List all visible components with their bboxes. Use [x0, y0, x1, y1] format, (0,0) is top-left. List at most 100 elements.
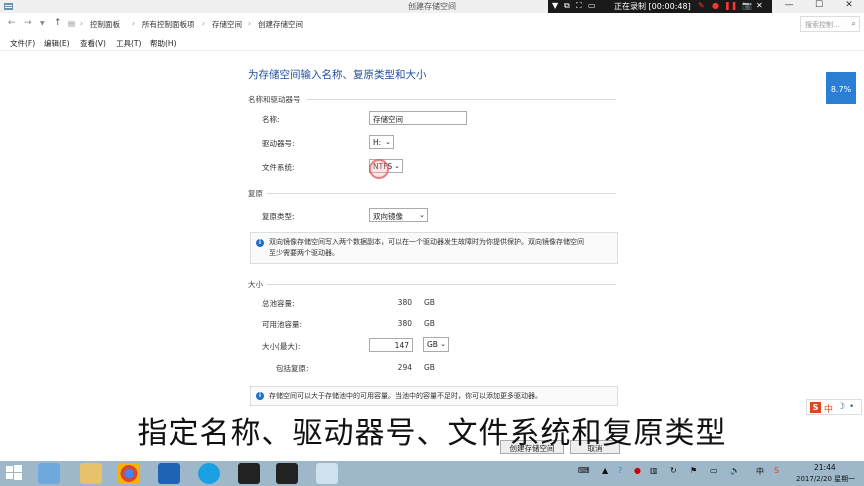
headphones-icon[interactable] [238, 463, 260, 484]
recorder-app-icon[interactable] [276, 463, 298, 484]
chevron-down-icon: ⌄ [394, 162, 400, 170]
page-title: 为存储空间输入名称、复原类型和大小 [248, 69, 427, 81]
ie-icon[interactable] [38, 463, 60, 484]
record-icon[interactable]: ● [712, 1, 719, 10]
collapse-icon[interactable]: ▼ [552, 1, 558, 10]
menu-file[interactable]: 文件(F) [10, 38, 35, 49]
including-resiliency-value: 294 [397, 363, 412, 372]
menu-edit[interactable]: 编辑(E) [44, 38, 70, 49]
recording-toolbar: ▼ ⧉ ⛶ ▭ 正在录制 [00:00:48] ✎ ● ❚❚ 📷 ✕ [548, 0, 772, 13]
including-resiliency-unit: GB [424, 363, 435, 372]
section-divider [306, 99, 616, 100]
file-explorer-icon[interactable] [80, 463, 102, 484]
section-name-title: 名称和驱动器号 [248, 95, 301, 104]
available-capacity-label: 可用池容量: [262, 320, 303, 329]
size-info-box: i 存储空间可以大于存储池中的可用容量。当池中的容量不足时，你可以添加更多驱动器… [250, 386, 618, 406]
windows-start-icon[interactable] [6, 465, 22, 481]
section-size-title: 大小 [248, 280, 263, 289]
menu-tools[interactable]: 工具(T) [116, 38, 141, 49]
resiliency-type-label: 复原类型: [262, 212, 295, 221]
chevron-down-icon: ⌄ [440, 340, 446, 348]
title-bar: 创建存储空间 ▼ ⧉ ⛶ ▭ 正在录制 [00:00:48] ✎ ● ❚❚ 📷 … [0, 0, 864, 13]
network-icon[interactable]: ▥ [650, 466, 658, 475]
taskbar: ⌨ ▲ ? ● ▥ ↻ ⚑ ▭ 🔈 中 S 21:44 2017/2/20 星期… [0, 461, 864, 486]
resiliency-info-line: 至少需要两个驱动器。 [269, 249, 339, 257]
control-panel-taskbar-icon[interactable] [316, 463, 338, 484]
search-input[interactable]: 搜索控制... ⌕ [800, 16, 860, 32]
recording-status: 正在录制 [00:00:48] [614, 2, 691, 11]
clock-time[interactable]: 21:44 [814, 463, 836, 472]
name-label: 名称: [262, 115, 280, 124]
search-placeholder: 搜索控制... [805, 21, 840, 29]
record-tray-icon[interactable]: ● [634, 466, 641, 475]
menu-help[interactable]: 帮助(H) [150, 38, 177, 49]
info-icon: i [256, 239, 264, 247]
control-panel-icon: ▤ [68, 19, 76, 28]
main-panel: 为存储空间输入名称、复原类型和大小 名称和驱动器号 名称: 存储空间 驱动器号:… [0, 51, 864, 461]
breadcrumb-item[interactable]: 存储空间 [212, 19, 242, 30]
pen-icon[interactable]: ✎ [698, 1, 705, 10]
name-field[interactable]: 存储空间 [369, 111, 467, 125]
video-subtitle: 指定名称、驱动器号、文件系统和复原类型 [137, 416, 727, 451]
window-icon[interactable]: ⧉ [564, 1, 570, 11]
progress-badge: 8.7% [826, 72, 856, 104]
menu-bar: 文件(F) 编辑(E) 查看(V) 工具(T) 帮助(H) [0, 35, 864, 51]
resiliency-info-text: 双向镜像存储空间写入两个数据副本，可以在一个驱动器发生故障时为你提供保护。双向镜… [269, 237, 615, 259]
section-resiliency-title: 复原 [248, 189, 263, 198]
tray-arrow-icon[interactable]: ▲ [602, 466, 608, 475]
flag-icon[interactable]: ⚑ [690, 466, 697, 475]
available-capacity-unit: GB [424, 319, 435, 328]
section-divider [266, 284, 616, 285]
help-icon[interactable]: ? [618, 466, 622, 475]
size-info-text: 存储空间可以大于存储池中的可用容量。当池中的容量不足时，你可以添加更多驱动器。 [269, 392, 542, 400]
maximize-button[interactable]: ☐ [804, 0, 834, 13]
clock-date[interactable]: 2017/2/20 星期一 [796, 474, 855, 484]
pause-icon[interactable]: ❚❚ [724, 1, 737, 10]
close-button[interactable]: ✕ [834, 0, 864, 13]
outlook-icon[interactable] [158, 463, 180, 484]
camera-icon[interactable]: 📷 [742, 1, 752, 10]
display-icon[interactable]: ▭ [710, 466, 718, 475]
chevron-down-icon: ⌄ [385, 138, 391, 146]
info-icon: i [256, 392, 264, 400]
breadcrumb-item[interactable]: 所有控制面板项 [142, 19, 195, 30]
drive-letter-select[interactable]: H: ⌄ [369, 135, 394, 149]
drive-letter-value: H: [373, 138, 382, 147]
section-divider [266, 193, 616, 194]
back-icon[interactable]: ← [8, 18, 16, 28]
minimize-button[interactable]: — [774, 0, 804, 13]
resiliency-type-value: 双向镜像 [373, 212, 403, 221]
total-capacity-label: 总池容量: [262, 299, 295, 308]
available-capacity-value: 380 [397, 319, 412, 328]
keyboard-icon[interactable]: ⌨ [578, 466, 590, 475]
forward-icon[interactable]: → [24, 18, 32, 28]
breadcrumb-item[interactable]: 控制面板 [90, 19, 120, 30]
fullscreen-icon[interactable]: ⛶ [576, 1, 582, 11]
chevron-down-icon: ⌄ [419, 211, 425, 219]
sync-icon[interactable]: ↻ [670, 466, 677, 475]
cursor-highlight [369, 159, 389, 179]
resiliency-info-line: 双向镜像存储空间写入两个数据副本，可以在一个驱动器发生故障时为你提供保护。双向镜… [269, 238, 584, 246]
file-system-label: 文件系统: [262, 163, 295, 172]
volume-icon[interactable]: 🔈 [730, 466, 740, 475]
search-icon[interactable]: ⌕ [852, 19, 856, 29]
menu-view[interactable]: 查看(V) [80, 38, 106, 49]
size-input[interactable]: 147 [369, 338, 413, 352]
size-unit-select[interactable]: GB ⌄ [423, 337, 449, 352]
monitor-icon[interactable]: ▭ [588, 1, 596, 10]
total-capacity-value: 380 [397, 298, 412, 307]
tray-ime-language[interactable]: 中 [756, 466, 764, 477]
breadcrumb-item[interactable]: 创建存储空间 [258, 19, 303, 30]
chrome-icon[interactable] [118, 463, 140, 484]
address-row: ← → ▼ ↑ ▤ › 控制面板 › 所有控制面板项 › 存储空间 › 创建存储… [0, 13, 864, 35]
close-recorder-icon[interactable]: ✕ [756, 1, 763, 10]
total-capacity-unit: GB [424, 298, 435, 307]
skype-icon[interactable] [198, 463, 220, 484]
sogou-tray-icon[interactable]: S [774, 466, 779, 475]
history-dropdown-icon[interactable]: ▼ [40, 20, 45, 27]
size-unit-value: GB [427, 340, 438, 349]
up-icon[interactable]: ↑ [54, 18, 62, 28]
drive-letter-label: 驱动器号: [262, 139, 295, 148]
including-resiliency-label: 包括复原: [276, 364, 309, 373]
resiliency-type-select[interactable]: 双向镜像 ⌄ [369, 208, 428, 222]
